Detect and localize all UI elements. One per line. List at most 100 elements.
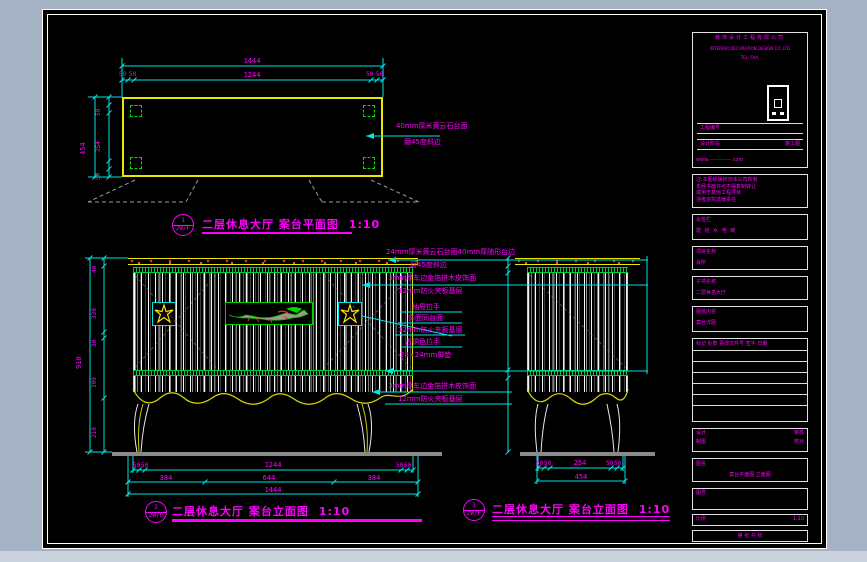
dim-label: 300 bbox=[91, 377, 98, 388]
annotation-label: 12mm防火夹板基层 bbox=[398, 395, 463, 403]
plan-corner-leg-marker bbox=[363, 105, 375, 117]
dim-label: 50 bbox=[376, 71, 384, 78]
titleblock-subproject-box: 子项名称 二层休息大厅 bbox=[692, 276, 808, 300]
side-tabletop-band bbox=[515, 258, 640, 265]
dim-label: 1444 bbox=[243, 57, 261, 65]
front-top-trim-band bbox=[133, 267, 413, 273]
bubble-floor: 2W/F bbox=[175, 225, 191, 232]
titleblock-design-box: 设计 审核 制图 校对 bbox=[692, 428, 808, 452]
annotation-label: 饰面同台面 bbox=[408, 314, 443, 322]
starfish-icon bbox=[154, 302, 174, 324]
dim-label: 50 bbox=[95, 172, 102, 180]
revision-row bbox=[693, 382, 807, 394]
logo-inner-mark bbox=[774, 99, 782, 108]
front-floor-line bbox=[112, 452, 442, 456]
bubble-floor: 2W/F bbox=[148, 512, 164, 519]
note-line: 注:本图纸版权归本公司所有 bbox=[696, 177, 758, 183]
bubble-floor: 2W/F bbox=[466, 510, 482, 517]
annotation-label: 12mm防火夹板基层 bbox=[398, 287, 463, 295]
revision-table: 标记 处数 更改文件号 签字 日期 bbox=[692, 338, 808, 422]
proof-label: 校对 bbox=[793, 438, 804, 445]
company-contact: TEL: FAX: bbox=[740, 54, 760, 60]
window-bottom-strip bbox=[0, 551, 867, 562]
annotation-label: 磨45度斜边 bbox=[404, 138, 441, 146]
annotation-label: 磨45度斜边 bbox=[410, 261, 447, 269]
annotation-label: 3mm厚车边金箔拼木皮饰面 bbox=[388, 274, 477, 282]
dim-label: 330 bbox=[91, 308, 98, 319]
dim-label: 50 bbox=[606, 460, 614, 467]
annotation-label: 40mm厚米黄云石台面 bbox=[396, 122, 468, 130]
logo-dot bbox=[772, 112, 776, 115]
revision-header: 标记 处数 更改文件号 签字 日期 bbox=[696, 341, 768, 347]
plan-tabletop bbox=[122, 97, 383, 177]
title-underline bbox=[492, 516, 670, 517]
annotation-label: 抽屉拉手 bbox=[412, 303, 440, 311]
plan-corner-leg-marker bbox=[130, 105, 142, 117]
titleblock-drawingno-box: 图号 bbox=[692, 488, 808, 510]
front-title-scale: 1:10 bbox=[318, 505, 351, 518]
titleblock-sheet-box: 第 张 共 张 bbox=[692, 530, 808, 542]
annotation-label: 古铜色拉手 bbox=[405, 338, 440, 346]
starfish-icon bbox=[340, 302, 360, 324]
dim-label: 50 bbox=[396, 462, 404, 469]
title-underline bbox=[202, 232, 352, 234]
titleblock-project-box: 项目名称 会所 bbox=[692, 246, 808, 270]
annotation-label: 24mm厚米黄云石台面40mm厚随形台边 bbox=[386, 248, 516, 256]
content-label: 图纸内容 bbox=[696, 309, 717, 315]
revision-row bbox=[693, 404, 807, 416]
scale-label: 比例 bbox=[696, 516, 707, 522]
dim-label: 50 bbox=[141, 462, 149, 469]
scale-value: 1:10 bbox=[792, 516, 804, 522]
front-apron bbox=[133, 376, 413, 392]
titleblock-header-box: 装饰设计工程有限公司 INTERIOR DECORATION DESIGN CO… bbox=[692, 32, 808, 168]
front-bottom-trim-band bbox=[133, 370, 413, 376]
dim-label: 454 bbox=[574, 473, 588, 481]
drawingname-value: 案台平面图 立面图 bbox=[729, 471, 771, 478]
dim-label: 1444 bbox=[264, 486, 282, 494]
dim-label: 50 bbox=[614, 460, 622, 467]
company-name-cn: 装饰设计工程有限公司 bbox=[714, 35, 785, 41]
side-top-trim-band bbox=[527, 267, 628, 273]
titleblock-notes-box: 注:本图纸版权归本公司所有 未经书面许可不得复制转让 或用于其他工程项目 违者追… bbox=[692, 174, 808, 208]
title-underline bbox=[172, 519, 422, 522]
plan-title: 二层休息大厅 案台平面图 1:10 bbox=[202, 216, 380, 232]
side-apron bbox=[527, 376, 628, 392]
annotation-label: 12mm防火夹板基层 bbox=[398, 326, 463, 334]
front-title-text: 二层休息大厅 案台立面图 bbox=[172, 505, 309, 518]
subproject-label: 子项名称 bbox=[696, 279, 717, 285]
dim-label: 910 bbox=[75, 356, 83, 369]
revision-row bbox=[693, 349, 807, 361]
revision-row bbox=[693, 371, 807, 383]
dim-label: 254 bbox=[95, 141, 102, 152]
side-bottom-trim-band bbox=[527, 370, 628, 376]
detail-bubble: 2 2W/F bbox=[145, 501, 167, 523]
detail-bubble: 1 2W/F bbox=[172, 214, 194, 236]
signoff-label: 会签栏 bbox=[696, 217, 712, 223]
project-label: 项目名称 bbox=[696, 249, 717, 255]
side-title: 二层休息大厅 案台立面图 1:10 bbox=[492, 501, 670, 517]
titleblock-drawingname-box: 图名 案台平面图 立面图 bbox=[692, 458, 808, 482]
drawingno-label: 图号 bbox=[696, 490, 707, 496]
annotation-label: 3mm厚车边金箔拼木皮饰面 bbox=[388, 382, 477, 390]
titleblock-signoff-box: 会签栏 建 结 水 电 暖 bbox=[692, 214, 808, 240]
revision-row bbox=[693, 393, 807, 405]
logo-dot bbox=[780, 112, 784, 115]
side-title-text: 二层休息大厅 案台立面图 bbox=[492, 503, 629, 516]
side-floor-line bbox=[520, 452, 655, 456]
door-star-panel bbox=[152, 302, 176, 326]
field-label: 设计阶段 bbox=[700, 141, 721, 147]
plan-corner-leg-marker bbox=[363, 157, 375, 169]
revision-row bbox=[693, 360, 807, 372]
project-value: 会所 bbox=[696, 259, 707, 266]
design-label: 设计 bbox=[696, 430, 707, 436]
side-title-scale: 1:10 bbox=[638, 503, 671, 516]
field-value: 施工图 bbox=[784, 141, 800, 147]
company-name-en: INTERIOR DECORATION DESIGN CO.,LTD bbox=[709, 45, 791, 51]
dim-label: 454 bbox=[79, 142, 87, 155]
company-website: www.------------.com bbox=[696, 157, 744, 163]
drawer-crocodile-panel bbox=[225, 302, 313, 325]
dim-label: 50 bbox=[133, 462, 141, 469]
dim-label: 30 bbox=[91, 339, 98, 347]
dim-label: 1244 bbox=[264, 461, 282, 469]
subproject-value: 二层休息大厅 bbox=[696, 289, 727, 296]
